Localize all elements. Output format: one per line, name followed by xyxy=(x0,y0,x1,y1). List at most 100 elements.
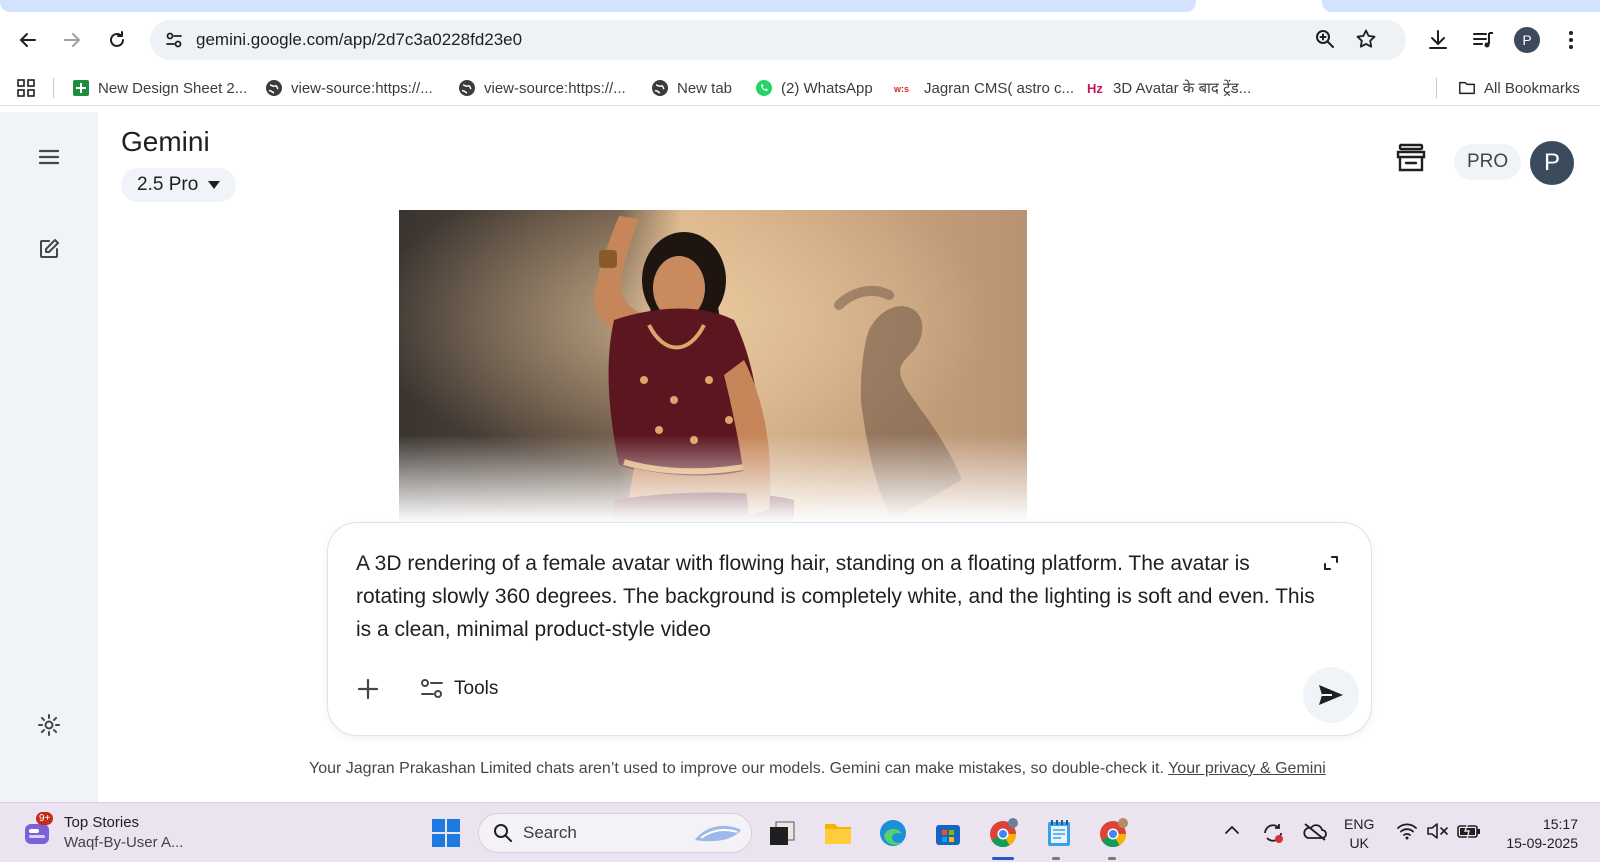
url-text[interactable]: gemini.google.com/app/2d7c3a0228fd23e0 xyxy=(196,30,522,50)
tools-button[interactable]: Tools xyxy=(420,671,498,707)
svg-text:Hz: Hz xyxy=(1087,81,1103,96)
privacy-link[interactable]: Your privacy & Gemini xyxy=(1168,760,1326,777)
news-widget[interactable]: 9+ Top Stories Waqf-By-User A... xyxy=(22,812,183,853)
settings-button[interactable] xyxy=(30,706,68,744)
zoom-icon[interactable] xyxy=(1314,28,1336,50)
chrome-icon xyxy=(1098,817,1130,849)
send-icon xyxy=(1318,683,1344,707)
running-indicator xyxy=(1108,857,1116,860)
all-bookmarks-button[interactable]: All Bookmarks xyxy=(1458,76,1580,100)
profile-button[interactable]: P xyxy=(1514,27,1540,53)
news-widget-icon: 9+ xyxy=(22,812,54,848)
file-explorer-button[interactable] xyxy=(820,815,856,851)
all-bookmarks-label: All Bookmarks xyxy=(1484,79,1580,97)
edit-icon xyxy=(37,237,61,261)
forward-button[interactable] xyxy=(56,24,88,56)
notepad-button[interactable] xyxy=(1041,815,1077,851)
input-language[interactable]: ENG UK xyxy=(1344,815,1374,853)
battery-charging-icon[interactable] xyxy=(1456,821,1482,841)
bookmark-label: view-source:https://... xyxy=(484,79,626,97)
sync-icon[interactable] xyxy=(1261,821,1285,845)
store-button[interactable] xyxy=(930,815,966,851)
store-icon xyxy=(934,819,962,847)
bookmark-item[interactable]: w:s Jagran CMS( astro c... xyxy=(894,76,1074,100)
model-selector[interactable]: 2.5 Pro xyxy=(121,168,237,202)
arrow-left-icon xyxy=(18,30,38,50)
back-button[interactable] xyxy=(12,24,44,56)
bookmark-separator xyxy=(53,78,54,98)
address-bar[interactable]: gemini.google.com/app/2d7c3a0228fd23e0 xyxy=(150,20,1406,60)
tools-icon xyxy=(420,678,444,700)
new-chat-button[interactable] xyxy=(30,230,68,268)
media-controls-icon[interactable] xyxy=(1471,29,1495,51)
active-app-indicator xyxy=(992,857,1014,860)
wifi-icon[interactable] xyxy=(1396,821,1418,841)
task-view-icon xyxy=(768,820,796,846)
edge-button[interactable] xyxy=(875,815,911,851)
jagran-icon: w:s xyxy=(894,79,916,97)
add-attachment-button[interactable] xyxy=(350,671,386,707)
clock-date: 15-09-2025 xyxy=(1506,835,1578,851)
news-badge: 9+ xyxy=(36,812,54,825)
pro-badge[interactable]: PRO xyxy=(1454,144,1522,180)
account-avatar[interactable]: P xyxy=(1530,141,1574,185)
plus-icon xyxy=(357,678,379,700)
taskbar-search[interactable]: Search xyxy=(478,813,752,853)
prompt-input[interactable]: A 3D rendering of a female avatar with f… xyxy=(356,547,1316,646)
apps-grid-icon[interactable] xyxy=(16,78,36,98)
disclaimer-text: Your Jagran Prakashan Limited chats aren… xyxy=(309,760,1164,777)
browser-toolbar: gemini.google.com/app/2d7c3a0228fd23e0 P xyxy=(0,18,1600,64)
download-icon[interactable] xyxy=(1426,28,1450,52)
pro-label: PRO xyxy=(1467,151,1509,172)
taskbar: 9+ Top Stories Waqf-By-User A... Search xyxy=(0,802,1600,862)
bookmarks-bar: New Design Sheet 2... view-source:https:… xyxy=(0,70,1600,106)
chevron-up-icon[interactable] xyxy=(1224,825,1240,835)
folder-icon xyxy=(1458,79,1476,97)
reload-button[interactable] xyxy=(101,24,133,56)
new-tab-area[interactable] xyxy=(1322,0,1600,12)
bookmark-item[interactable]: New Design Sheet 2... xyxy=(72,76,247,100)
expand-icon[interactable] xyxy=(1323,555,1339,571)
bookmark-label: view-source:https://... xyxy=(291,79,433,97)
bookmark-item[interactable]: New tab xyxy=(651,76,732,100)
prompt-composer[interactable]: A 3D rendering of a female avatar with f… xyxy=(327,522,1372,736)
site-settings-icon[interactable] xyxy=(164,30,184,50)
globe-icon xyxy=(651,79,669,97)
more-vert-icon[interactable] xyxy=(1567,29,1575,51)
reload-icon xyxy=(107,30,127,50)
folder-icon xyxy=(823,820,853,846)
bookmark-label: 3D Avatar के बाद ट्रेंड... xyxy=(1113,80,1252,97)
disclaimer: Your Jagran Prakashan Limited chats aren… xyxy=(309,760,1326,778)
bookmark-item[interactable]: view-source:https://... xyxy=(458,76,626,100)
temporary-chat-icon[interactable] xyxy=(1396,142,1426,174)
active-tab-edge[interactable] xyxy=(0,0,1196,12)
search-highlight-icon xyxy=(691,822,745,846)
bookmark-item[interactable]: view-source:https://... xyxy=(265,76,433,100)
svg-text:w:s: w:s xyxy=(894,84,909,94)
search-icon xyxy=(493,823,513,843)
menu-button[interactable] xyxy=(30,138,68,176)
globe-icon xyxy=(458,79,476,97)
task-view-button[interactable] xyxy=(764,815,800,851)
windows-logo-icon xyxy=(431,818,461,848)
generated-image[interactable] xyxy=(399,210,1027,522)
volume-muted-icon[interactable] xyxy=(1426,821,1450,841)
bookmark-item[interactable]: Hz 3D Avatar के बाद ट्रेंड... xyxy=(1087,76,1251,100)
onedrive-icon[interactable] xyxy=(1302,821,1328,843)
bookmark-star-icon[interactable] xyxy=(1355,28,1377,50)
chrome-profile-p-button[interactable] xyxy=(986,815,1022,851)
send-button[interactable] xyxy=(1303,667,1359,723)
bookmark-label: (2) WhatsApp xyxy=(781,79,873,97)
system-clock[interactable]: 15:17 15-09-2025 xyxy=(1498,815,1578,853)
bookmark-item[interactable]: (2) WhatsApp xyxy=(755,76,873,100)
whatsapp-icon xyxy=(755,79,773,97)
gear-icon xyxy=(37,713,61,737)
model-label: 2.5 Pro xyxy=(137,174,199,195)
chrome-profile-2-button[interactable] xyxy=(1096,815,1132,851)
start-button[interactable] xyxy=(428,815,464,851)
tools-label: Tools xyxy=(454,678,499,699)
sheets-icon xyxy=(72,79,90,97)
running-indicator xyxy=(1052,857,1060,860)
chrome-icon xyxy=(988,817,1020,849)
search-label: Search xyxy=(523,823,577,842)
